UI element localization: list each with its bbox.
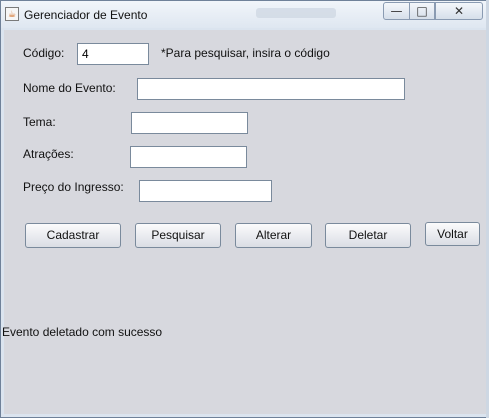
close-icon: ✕ — [453, 4, 465, 18]
preco-ingresso-input[interactable] — [139, 180, 272, 202]
close-button[interactable]: ✕ — [435, 2, 483, 20]
status-message: Evento deletado com sucesso — [2, 325, 163, 339]
maximize-button[interactable]: □ — [409, 2, 435, 20]
atracoes-label: Atrações: — [23, 147, 74, 161]
nome-evento-label: Nome do Evento: — [23, 81, 116, 95]
cadastrar-button[interactable]: Cadastrar — [25, 223, 121, 248]
form-panel: Código: *Para pesquisar, insira o código… — [2, 30, 487, 414]
pesquisar-button[interactable]: Pesquisar — [135, 223, 221, 248]
preco-ingresso-label: Preço do Ingresso: — [23, 180, 124, 194]
minimize-button[interactable]: — — [383, 2, 410, 20]
codigo-input[interactable] — [77, 43, 149, 65]
alterar-button[interactable]: Alterar — [235, 223, 312, 248]
tema-label: Tema: — [23, 115, 56, 129]
voltar-button[interactable]: Voltar — [425, 222, 480, 246]
tema-input[interactable] — [131, 112, 248, 134]
maximize-icon: □ — [416, 4, 428, 18]
search-hint-text: *Para pesquisar, insira o código — [161, 46, 330, 60]
title-bar[interactable]: ☕ Gerenciador de Evento — □ ✕ — [1, 1, 488, 28]
window-title: Gerenciador de Evento — [24, 8, 148, 22]
app-window: ☕ Gerenciador de Evento — □ ✕ Código: *P… — [0, 0, 489, 418]
minimize-icon: — — [390, 4, 403, 18]
deletar-button[interactable]: Deletar — [325, 223, 411, 248]
background-window-tab — [256, 8, 336, 18]
nome-evento-input[interactable] — [137, 78, 405, 100]
codigo-label: Código: — [23, 46, 65, 60]
atracoes-input[interactable] — [130, 146, 247, 168]
java-app-icon: ☕ — [5, 7, 19, 21]
